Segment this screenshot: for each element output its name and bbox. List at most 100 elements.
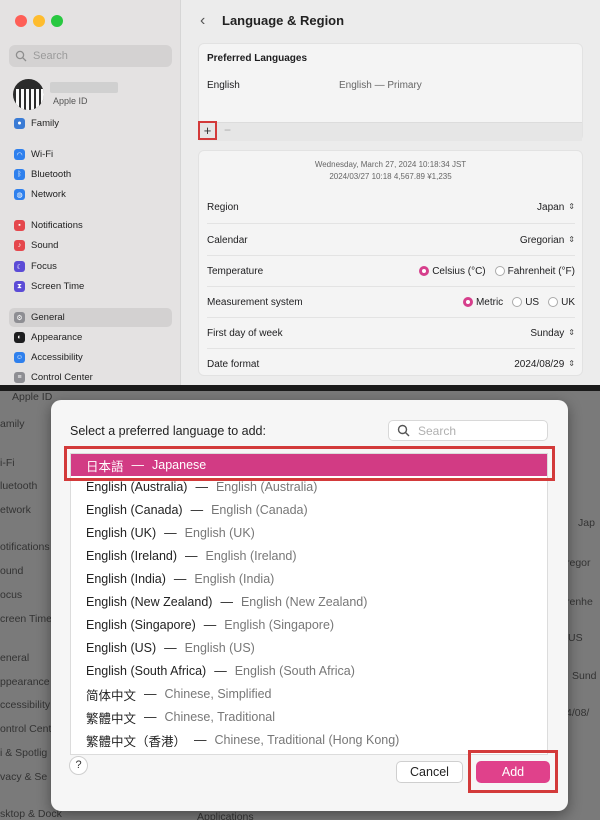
sidebar-item-control-center[interactable]: ≡ Control Center [9,368,172,385]
sidebar-item-label: General [31,312,65,323]
preferred-languages-card: Preferred Languages English English — Pr… [198,43,583,141]
language-native-name: 繁體中文 [86,711,137,726]
network-icon: ◍ [14,189,25,200]
language-option[interactable]: English (India) — English (India) [71,568,547,590]
first-day-label: First day of week [207,327,283,339]
bg-right-value: Sund [572,670,597,682]
language-option[interactable]: English (South Africa) — English (South Af… [71,660,547,682]
sidebar-item-appearance[interactable]: ◐ Appearance [9,328,172,347]
chevron-updown-icon: ⇕ [568,328,575,337]
separator: — [195,480,208,494]
language-native-name: English (Ireland) [86,549,178,563]
measurement-row: Measurement system Metric US UK [207,292,575,312]
language-english-name: Chinese, Simplified [164,687,272,701]
celsius-label: Celsius (°C) [432,265,486,277]
fahrenheit-label: Fahrenheit (°F) [507,265,575,277]
sidebar-search-placeholder: Search [33,50,68,62]
sidebar-item-network[interactable]: ◍ Network [9,185,172,204]
sidebar-item-label: Wi-Fi [31,149,54,160]
region-label: Region [207,201,239,213]
metric-radio[interactable]: Metric [462,296,504,308]
uk-radio[interactable]: UK [548,297,575,308]
bg-sidebar-item: creen Time [0,613,52,625]
apple-id-label: Apple ID [53,96,88,106]
language-option[interactable]: English (Canada) — English (Canada) [71,499,547,521]
sidebar-item-family[interactable]: ● Family [9,114,172,133]
settings-window-bottom: Apple ID amily i-Fi luetooth etwork otif… [0,391,600,820]
language-item-name[interactable]: English [207,80,240,91]
sidebar-item-general[interactable]: ⚙ General [9,308,172,327]
language-english-name: English (New Zealand) [240,595,368,609]
bg-right-value: regor [566,557,591,569]
separator: — [220,595,233,609]
date-format-select[interactable]: 2024/08/29 ⇕ [514,359,575,370]
bg-sidebar-item: i-Fi [0,457,15,469]
language-option[interactable]: English (US) — English (US) [71,637,547,659]
sidebar-item-sound[interactable]: ♪ Sound [9,236,172,255]
avatar [13,79,44,110]
cancel-button[interactable]: Cancel [396,761,463,783]
bg-sidebar-item: Apple ID [12,391,53,403]
metric-label: Metric [475,296,504,308]
language-native-name: English (US) [86,641,157,655]
remove-language-button[interactable]: − [224,123,231,137]
region-select[interactable]: Japan ⇕ [537,202,575,213]
sidebar-item-label: Family [31,118,59,129]
us-radio[interactable]: US [512,297,539,308]
chevron-updown-icon: ⇕ [568,235,575,244]
sidebar-search-input[interactable]: Search [9,45,172,67]
bg-sidebar-item: ppearance [0,676,50,688]
language-option[interactable]: English (New Zealand) — English (New Zeala… [71,591,547,613]
language-native-name: English (Canada) [86,503,183,517]
language-option[interactable]: 繁體中文 — Chinese, Traditional [71,706,547,728]
language-option[interactable]: English (UK) — English (UK) [71,522,547,544]
language-english-name: Chinese, Traditional [164,710,275,724]
separator: — [164,641,177,655]
language-english-name: English (South Africa) [234,664,355,678]
minimize-window-button[interactable] [33,15,45,27]
bg-sidebar-item: eneral [0,652,30,664]
general-icon: ⚙ [14,312,25,323]
separator: — [144,687,157,701]
bg-sidebar-item: ound [0,565,24,577]
zoom-window-button[interactable] [51,15,63,27]
close-window-button[interactable] [15,15,27,27]
language-search-input[interactable]: Search [388,420,548,441]
radio-unselected-icon [494,266,505,276]
sidebar-item-accessibility[interactable]: ☺ Accessibility [9,348,172,367]
fahrenheit-radio[interactable]: Fahrenheit (°F) [494,265,575,277]
language-english-name: English (India) [194,572,275,586]
add-language-button[interactable]: + [198,121,217,140]
chevron-left-icon[interactable]: ‹ [200,12,205,30]
sidebar-item-label: Screen Time [31,281,85,292]
control-center-icon: ≡ [14,372,25,383]
celsius-radio[interactable]: Celsius (°C) [419,265,486,277]
temperature-row: Temperature Celsius (°C) Fahrenheit (°F) [207,261,575,281]
sidebar-item-screen-time[interactable]: ⧗ Screen Time [9,277,172,296]
sidebar-item-bluetooth[interactable]: ᛒ Bluetooth [9,165,172,184]
help-button[interactable]: ? [69,756,88,775]
language-option[interactable]: English (Singapore) — English (Singapore) [71,614,547,636]
language-english-name: English (Singapore) [224,618,335,632]
sidebar-item-notifications[interactable]: ▪ Notifications [9,216,172,235]
sidebar-item-label: Appearance [31,332,83,343]
calendar-select[interactable]: Gregorian ⇕ [520,235,575,246]
sidebar-item-wifi[interactable]: ◠ Wi-Fi [9,145,172,164]
language-english-name: English (Ireland) [205,549,297,563]
date-format-sample-short: 2024/03/27 10:18 4,567.89 ¥1,235 [329,172,452,181]
sidebar-item-focus[interactable]: ☾ Focus [9,257,172,276]
language-english-name: English (US) [184,641,255,655]
settings-window-top: Search Apple ID ● Family ◠ Wi-Fi ᛒ Bluetoot… [0,0,600,385]
separator: — [144,710,157,724]
language-option[interactable]: 简体中文 — Chinese, Simplified [71,683,547,705]
separator: — [214,664,227,678]
language-option[interactable]: English (Ireland) — English (Ireland) [71,545,547,567]
focus-icon: ☾ [14,261,25,272]
search-icon [15,50,27,62]
language-option[interactable]: 繁體中文（香港） — Chinese, Traditional (Hong Kong… [71,729,547,751]
first-day-select[interactable]: Sunday ⇕ [530,328,575,339]
add-button-highlight-box [468,750,558,793]
apple-id-item[interactable]: Apple ID [13,79,173,113]
calendar-row: Calendar Gregorian ⇕ [207,230,575,250]
bg-sidebar-item: luetooth [0,480,38,492]
